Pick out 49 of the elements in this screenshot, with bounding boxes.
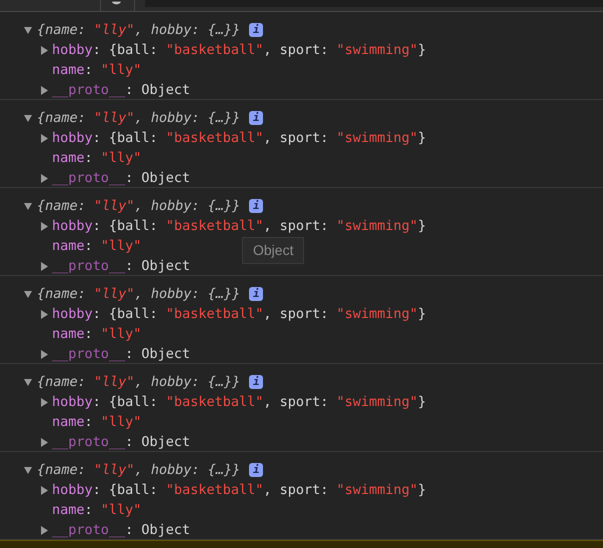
property-line[interactable]: name: "lly": [52, 60, 142, 80]
property-line[interactable]: hobby: {ball: "basketball", sport: "swimming"}: [52, 128, 426, 148]
property-line[interactable]: __proto__: Object: [52, 168, 190, 188]
object-summary[interactable]: {name: "lly", hobby: {…}}: [37, 372, 240, 392]
info-badge[interactable]: i: [249, 463, 264, 477]
expanded-caret-icon[interactable]: [24, 202, 32, 210]
info-badge[interactable]: i: [249, 375, 264, 389]
property-line[interactable]: hobby: {ball: "basketball", sport: "swimming"}: [52, 480, 426, 500]
collapsed-caret-icon[interactable]: [40, 310, 48, 318]
property-line[interactable]: __proto__: Object: [52, 432, 190, 452]
object-summary[interactable]: {name: "lly", hobby: {…}}: [37, 20, 240, 40]
property-line[interactable]: name: "lly": [52, 324, 142, 344]
property-line[interactable]: hobby: {ball: "basketball", sport: "swimming"}: [52, 304, 426, 324]
property-line[interactable]: hobby: {ball: "basketball", sport: "swimming"}: [52, 392, 426, 412]
collapsed-caret-icon[interactable]: [40, 134, 48, 142]
property-line[interactable]: name: "lly": [52, 500, 142, 520]
collapsed-caret-icon[interactable]: [40, 222, 48, 230]
expanded-caret-icon[interactable]: [24, 26, 32, 34]
collapsed-caret-icon[interactable]: [40, 438, 48, 446]
property-line[interactable]: __proto__: Object: [52, 344, 190, 364]
info-badge[interactable]: i: [249, 111, 264, 125]
property-line[interactable]: __proto__: Object: [52, 80, 190, 100]
collapsed-caret-icon[interactable]: [40, 174, 48, 182]
property-line[interactable]: __proto__: Object: [52, 520, 190, 540]
property-line[interactable]: name: "lly": [52, 412, 142, 432]
collapsed-caret-icon[interactable]: [40, 526, 48, 534]
collapsed-caret-icon[interactable]: [40, 486, 48, 494]
info-badge[interactable]: i: [249, 23, 264, 37]
info-badge[interactable]: i: [249, 199, 264, 213]
property-line[interactable]: hobby: {ball: "basketball", sport: "swimming"}: [52, 40, 426, 60]
expanded-caret-icon[interactable]: [24, 466, 32, 474]
tooltip: Object: [242, 237, 304, 264]
expanded-caret-icon[interactable]: [24, 114, 32, 122]
collapsed-caret-icon[interactable]: [40, 350, 48, 358]
info-badge[interactable]: i: [249, 287, 264, 301]
object-summary[interactable]: {name: "lly", hobby: {…}}: [37, 196, 240, 216]
object-summary[interactable]: {name: "lly", hobby: {…}}: [37, 108, 240, 128]
collapsed-caret-icon[interactable]: [40, 398, 48, 406]
expanded-caret-icon[interactable]: [24, 290, 32, 298]
collapsed-caret-icon[interactable]: [40, 46, 48, 54]
collapsed-caret-icon[interactable]: [40, 86, 48, 94]
property-line[interactable]: __proto__: Object: [52, 256, 190, 276]
property-line[interactable]: name: "lly": [52, 236, 142, 256]
property-line[interactable]: name: "lly": [52, 148, 142, 168]
collapsed-caret-icon[interactable]: [40, 262, 48, 270]
expanded-caret-icon[interactable]: [24, 378, 32, 386]
property-line[interactable]: hobby: {ball: "basketball", sport: "swimming"}: [52, 216, 426, 236]
object-summary[interactable]: {name: "lly", hobby: {…}}: [37, 284, 240, 304]
object-summary[interactable]: {name: "lly", hobby: {…}}: [37, 460, 240, 480]
